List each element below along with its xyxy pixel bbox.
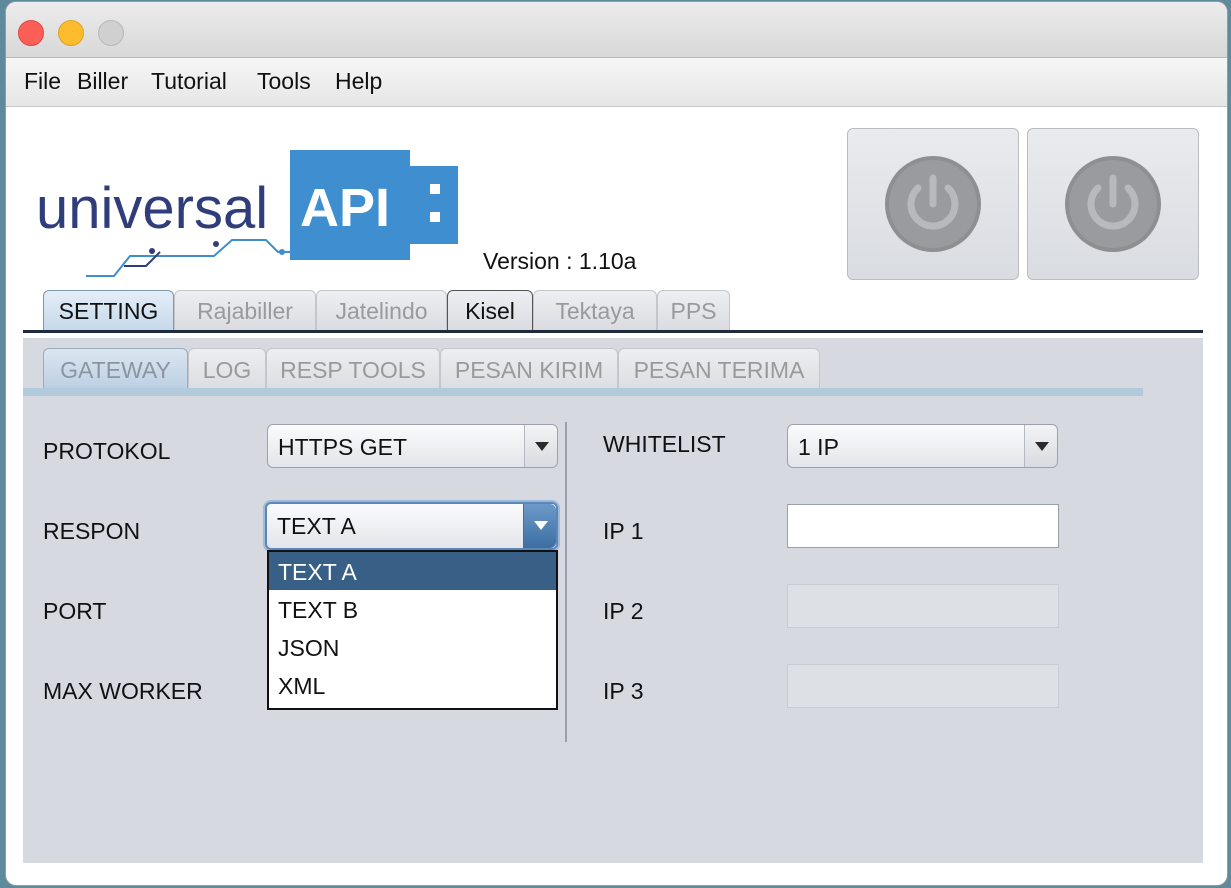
power-icon <box>1065 156 1161 252</box>
menu-bar: File Biller Tutorial Tools Help <box>6 58 1227 107</box>
menu-tutorial[interactable]: Tutorial <box>151 68 227 95</box>
menu-biller[interactable]: Biller <box>77 68 128 95</box>
universal-api-logo: universal API <box>36 150 458 277</box>
power-icon <box>885 156 981 252</box>
minimize-window-button[interactable] <box>58 20 84 46</box>
logo-api-text: API <box>300 178 390 238</box>
version-label: Version : 1.10a <box>483 248 637 274</box>
tab-log[interactable]: LOG <box>188 348 266 388</box>
maximize-window-button[interactable] <box>98 20 124 46</box>
chevron-down-icon[interactable] <box>523 504 556 548</box>
logo-brand-text: universal <box>36 176 268 241</box>
tab-rajabiller[interactable]: Rajabiller <box>174 290 316 330</box>
close-window-button[interactable] <box>18 20 44 46</box>
tab-pps[interactable]: PPS <box>657 290 730 330</box>
protokol-value: HTTPS GET <box>278 434 408 460</box>
ip3-input <box>787 664 1059 708</box>
tab-pesan-terima[interactable]: PESAN TERIMA <box>618 348 820 388</box>
respon-option-text-a[interactable]: TEXT A <box>269 552 556 590</box>
column-separator <box>565 422 567 742</box>
whitelist-value: 1 IP <box>798 434 839 460</box>
max-worker-label: MAX WORKER <box>43 678 203 704</box>
whitelist-label: WHITELIST <box>603 431 726 457</box>
tab-resp-tools[interactable]: RESP TOOLS <box>266 348 440 388</box>
subtab-divider <box>23 388 1143 396</box>
tab-setting[interactable]: SETTING <box>43 290 174 330</box>
respon-label: RESPON <box>43 518 141 544</box>
power-button-1[interactable] <box>847 128 1019 280</box>
tab-jatelindo[interactable]: Jatelindo <box>316 290 447 330</box>
chevron-down-icon[interactable] <box>524 425 557 467</box>
ip1-input[interactable] <box>787 504 1059 548</box>
ip3-label: IP 3 <box>603 678 644 704</box>
menu-file[interactable]: File <box>24 68 61 95</box>
chevron-down-icon[interactable] <box>1024 425 1057 467</box>
respon-select[interactable]: TEXT A <box>265 502 558 550</box>
whitelist-select[interactable]: 1 IP <box>787 424 1058 468</box>
respon-option-text-b[interactable]: TEXT B <box>269 590 556 628</box>
tab-gateway[interactable]: GATEWAY <box>43 348 188 388</box>
tab-pesan-kirim[interactable]: PESAN KIRIM <box>440 348 618 388</box>
tab-divider <box>23 330 1203 333</box>
respon-option-json[interactable]: JSON <box>269 628 556 666</box>
menu-tools[interactable]: Tools <box>257 68 311 95</box>
app-window: File Biller Tutorial Tools Help universa… <box>6 2 1227 885</box>
power-button-2[interactable] <box>1027 128 1199 280</box>
title-bar <box>6 2 1227 58</box>
respon-dropdown-list: TEXT A TEXT B JSON XML <box>267 550 558 710</box>
protokol-label: PROTOKOL <box>43 438 171 464</box>
ip2-input <box>787 584 1059 628</box>
respon-value: TEXT A <box>277 513 356 539</box>
protokol-select[interactable]: HTTPS GET <box>267 424 558 468</box>
tab-kisel[interactable]: Kisel <box>447 290 533 330</box>
ip2-label: IP 2 <box>603 598 644 624</box>
respon-option-xml[interactable]: XML <box>269 666 556 704</box>
ip1-label: IP 1 <box>603 518 644 544</box>
port-label: PORT <box>43 598 107 624</box>
menu-help[interactable]: Help <box>335 68 382 95</box>
tab-tektaya[interactable]: Tektaya <box>533 290 657 330</box>
